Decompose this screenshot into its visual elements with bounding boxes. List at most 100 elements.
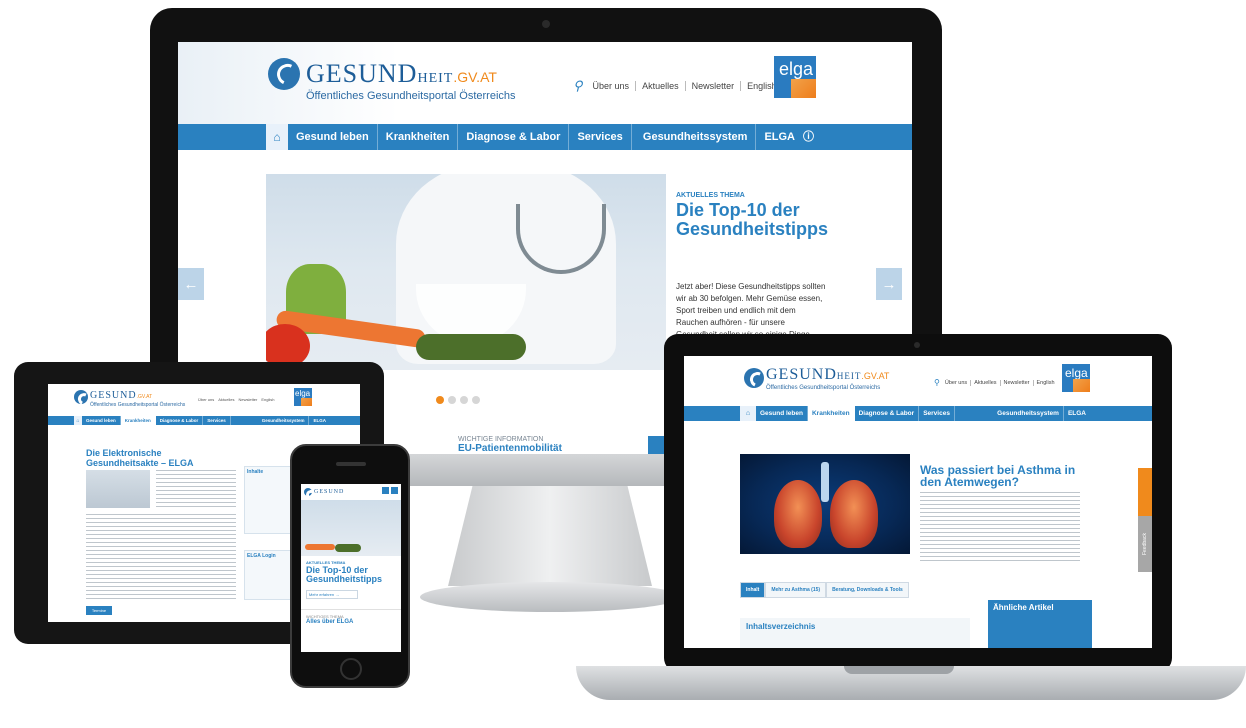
laptop-nav-services[interactable]: Services: [919, 406, 955, 421]
related-articles-box: Ähnliche Artikel: [988, 600, 1092, 648]
tablet-top-link-newsletter[interactable]: Newsletter: [238, 397, 257, 402]
tablet-top-links: Über uns Aktuelles Newsletter English: [198, 397, 275, 402]
phone-section-title[interactable]: Alles über ELGA: [306, 619, 396, 625]
phone-brand[interactable]: GESUND: [314, 489, 344, 495]
laptop-brand[interactable]: GESUNDHEIT.GV.AT: [766, 366, 889, 384]
nav-gesund-leben[interactable]: Gesund leben: [288, 124, 378, 150]
tablet-termine-button[interactable]: Termine: [86, 606, 112, 615]
right-lung-shape: [830, 480, 878, 548]
slider-dot-2[interactable]: [448, 396, 456, 404]
laptop-brand-tld: .GV.AT: [861, 371, 890, 381]
tab-mehr-zu-asthma[interactable]: Mehr zu Asthma (15): [765, 582, 827, 598]
tablet-nav-gesundheitssystem[interactable]: Gesundheitssystem: [258, 416, 310, 425]
device-mockup-stage: GESUNDHEIT.GV.AT Öffentliches Gesundheit…: [0, 0, 1246, 728]
top-links: ⚲ Über uns Aktuelles Newsletter English: [573, 78, 783, 94]
tablet-nav: ⌂ Gesund leben Krankheiten Diagnose & La…: [48, 416, 360, 425]
site-subtitle: Öffentliches Gesundheitsportal Österreic…: [306, 90, 516, 102]
tablet-subtitle: Öffentliches Gesundheitsportal Österreic…: [90, 402, 186, 408]
slider-next-arrow-icon[interactable]: →: [876, 268, 902, 300]
brand-main: GESUND: [306, 59, 418, 88]
nav-elga[interactable]: ELGA: [756, 124, 803, 150]
site-brand[interactable]: GESUNDHEIT.GV.AT: [306, 58, 497, 89]
hero-title[interactable]: Die Top-10 der Gesundheitstipps: [676, 201, 828, 239]
tablet-top-link-english[interactable]: English: [261, 397, 274, 402]
top-link-about[interactable]: Über uns: [587, 81, 637, 91]
laptop-screen: GESUNDHEIT.GV.AT Öffentliches Gesundheit…: [684, 356, 1152, 648]
tablet-nav-right: Gesundheitssystem ELGA: [258, 416, 330, 425]
slider-dot-4[interactable]: [472, 396, 480, 404]
phone-logo-icon[interactable]: [304, 488, 312, 496]
tablet-top-link-news[interactable]: Aktuelles: [218, 397, 234, 402]
tablet-brand[interactable]: GESUND.GV.AT: [90, 390, 152, 401]
info-teaser: WICHTIGE INFORMATION EU-Patientenmobilit…: [458, 436, 562, 454]
tablet-home-icon[interactable]: ⌂: [74, 416, 82, 425]
laptop-elga-logo[interactable]: elga: [1062, 364, 1090, 392]
laptop-top-link-newsletter[interactable]: Newsletter: [1001, 379, 1034, 386]
laptop-subtitle: Öffentliches Gesundheitsportal Österreic…: [766, 385, 881, 391]
laptop-brand-main: GESUND: [766, 366, 837, 383]
phone-more-button[interactable]: Mehr erfahren →: [306, 590, 358, 599]
laptop-nav-gesundheitssystem[interactable]: Gesundheitssystem: [993, 406, 1064, 421]
top-link-news[interactable]: Aktuelles: [636, 81, 686, 91]
tablet-nav-services[interactable]: Services: [203, 416, 231, 425]
tablet-logo-icon[interactable]: [74, 390, 88, 404]
phone-user-icon[interactable]: [382, 487, 389, 494]
hero-image: [266, 174, 666, 370]
nav-diagnose[interactable]: Diagnose & Labor: [458, 124, 570, 150]
left-lung-shape: [774, 480, 822, 548]
phone-hero-image: [301, 500, 401, 556]
laptop-base: [576, 666, 1246, 700]
tablet-elga-logo[interactable]: elga: [294, 388, 312, 406]
nav-services[interactable]: Services: [569, 124, 632, 150]
trachea-shape: [821, 462, 829, 502]
laptop-nav-gesund-leben[interactable]: Gesund leben: [756, 406, 808, 421]
laptop-home-icon[interactable]: ⌂: [740, 406, 756, 421]
laptop-brand-small: HEIT: [836, 371, 862, 381]
info-kicker: WICHTIGE INFORMATION: [458, 436, 544, 443]
hero-kicker: AKTUELLES THEMA: [676, 192, 745, 199]
laptop-header: GESUNDHEIT.GV.AT Öffentliches Gesundheit…: [684, 356, 1152, 406]
search-icon[interactable]: ⚲: [573, 78, 583, 94]
laptop-logo-icon[interactable]: [744, 368, 764, 388]
tab-inhalt[interactable]: Inhalt: [740, 582, 766, 598]
slider-dot-3[interactable]: [460, 396, 468, 404]
laptop-search-icon[interactable]: ⚲: [934, 378, 940, 387]
slider-dot-1[interactable]: [436, 396, 444, 404]
phone-screen: GESUND AKTUELLES THEMA Die Top-10 der Ge…: [301, 484, 401, 652]
phone-section: WICHTIGES THEMA Alles über ELGA: [301, 609, 401, 629]
laptop-tabs: Inhalt Mehr zu Asthma (15) Beratung, Dow…: [740, 582, 909, 598]
laptop-nav-right: Gesundheitssystem ELGA: [993, 406, 1090, 421]
top-link-newsletter[interactable]: Newsletter: [686, 81, 742, 91]
tab-beratung[interactable]: Beratung, Downloads & Tools: [826, 582, 909, 598]
tablet-nav-diagnose[interactable]: Diagnose & Labor: [156, 416, 204, 425]
laptop-nav-diagnose[interactable]: Diagnose & Labor: [855, 406, 920, 421]
site-logo-icon[interactable]: [268, 58, 300, 90]
nav-krankheiten[interactable]: Krankheiten: [378, 124, 459, 150]
phone-zucchini-shape: [335, 544, 361, 552]
phone-speaker: [336, 462, 366, 466]
slider-prev-arrow-icon[interactable]: ←: [178, 268, 204, 300]
info-title[interactable]: EU-Patientenmobilität: [458, 443, 562, 454]
phone-menu-icon[interactable]: [391, 487, 398, 494]
elga-logo[interactable]: elga: [774, 56, 816, 98]
brand-small: HEIT: [417, 71, 454, 86]
laptop-top-link-english[interactable]: English: [1034, 380, 1058, 386]
tablet-nav-krankheiten[interactable]: Krankheiten: [120, 416, 156, 425]
tablet-nav-gesund-leben[interactable]: Gesund leben: [82, 416, 121, 425]
info-icon[interactable]: ⓘ: [803, 124, 822, 150]
monitor-camera: [542, 20, 550, 28]
laptop-nav-krankheiten[interactable]: Krankheiten: [807, 406, 855, 421]
laptop-top-link-news[interactable]: Aktuelles: [971, 379, 1001, 386]
tablet-nav-elga[interactable]: ELGA: [309, 416, 330, 425]
feedback-tab[interactable]: Feedback: [1138, 516, 1152, 572]
tablet-top-link-about[interactable]: Über uns: [198, 397, 214, 402]
monitor-stand-base: [420, 582, 680, 612]
desktop-header: GESUNDHEIT.GV.AT Öffentliches Gesundheit…: [178, 42, 912, 124]
home-icon[interactable]: ⌂: [266, 124, 288, 150]
laptop-top-link-about[interactable]: Über uns: [942, 379, 972, 386]
tablet-brand-main: GESUND: [90, 390, 137, 401]
laptop-nav-elga[interactable]: ELGA: [1064, 406, 1090, 421]
phone-home-button[interactable]: [340, 658, 362, 680]
phone-title[interactable]: Die Top-10 der Gesundheitstipps: [306, 566, 396, 584]
nav-gesundheitssystem[interactable]: Gesundheitssystem: [635, 124, 757, 150]
